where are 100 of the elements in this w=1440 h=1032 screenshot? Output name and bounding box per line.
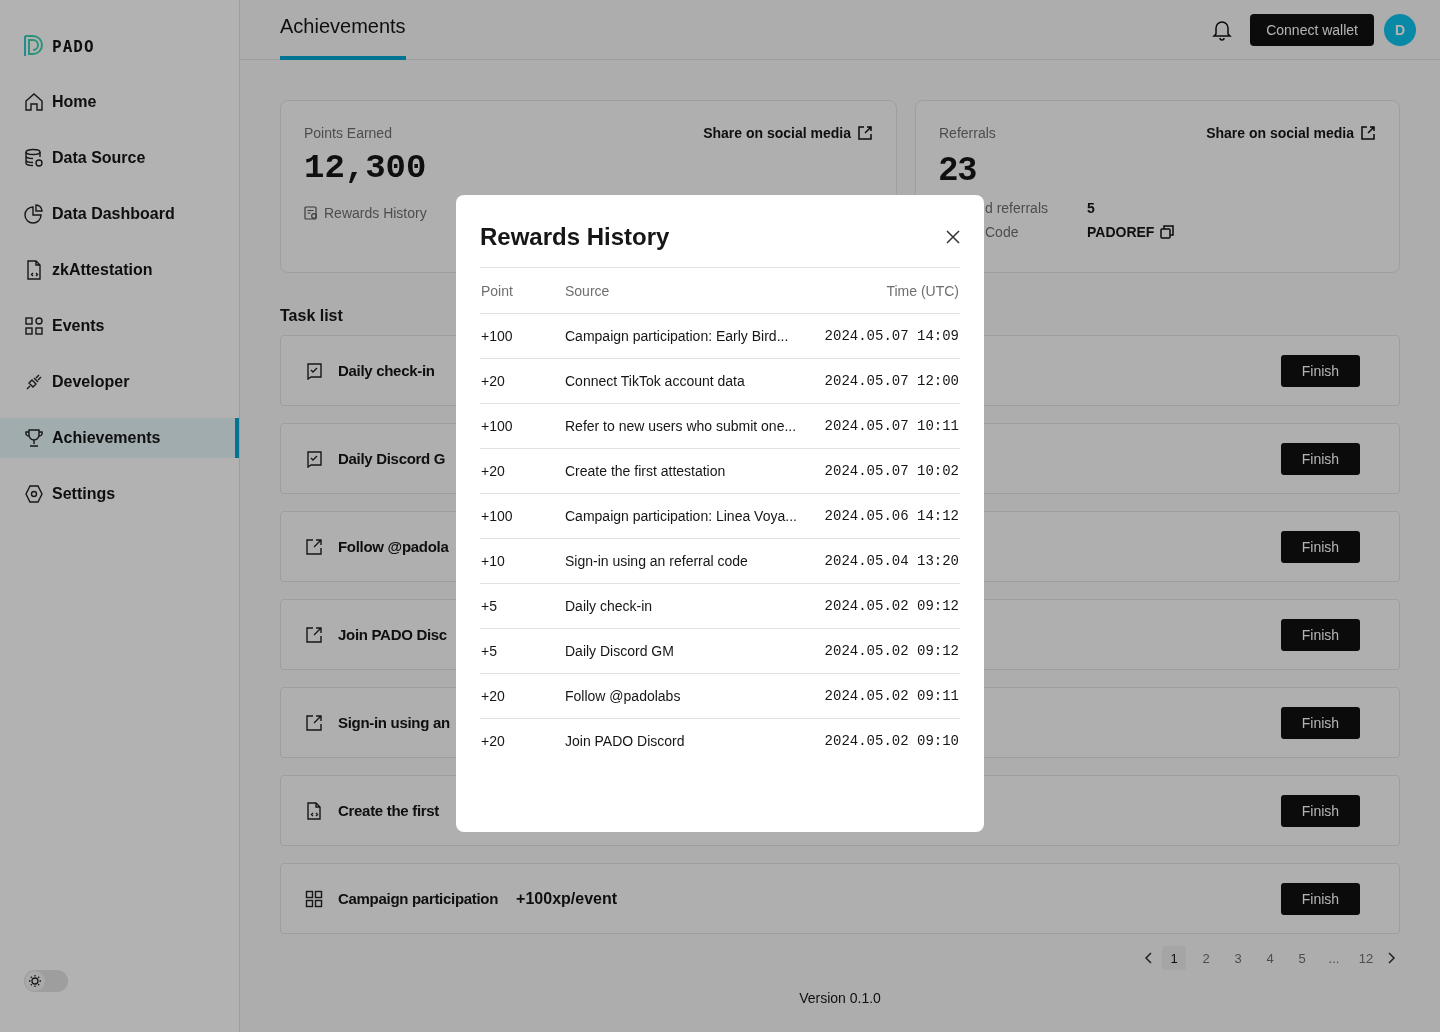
table-cell: 2024.05.07 14:09	[814, 313, 960, 359]
version-text: Version 0.1.0	[798, 990, 882, 1006]
finish-button[interactable]: Finish	[1281, 530, 1360, 563]
dialog-title: Rewards History	[480, 223, 670, 251]
task-reward: +100xp/event	[516, 889, 618, 908]
finish-button[interactable]: Finish	[1281, 882, 1360, 915]
table-cell: 2024.05.07 12:00	[814, 358, 960, 404]
finish-button[interactable]: Finish	[1281, 706, 1360, 739]
share-link[interactable]: Share on social media	[703, 125, 873, 141]
section-title: Task list	[280, 307, 344, 325]
next-page-icon[interactable]	[1386, 952, 1396, 964]
table-cell: 2024.05.02 09:12	[814, 583, 960, 629]
page-tab[interactable]: Achievements	[280, 0, 406, 60]
card-label: Points Earned	[304, 125, 392, 141]
column-header: Point	[480, 268, 564, 314]
task-name: Join PADO Disc	[338, 626, 447, 643]
referral-value: 5	[1087, 200, 1095, 216]
table-cell: +100	[480, 313, 564, 359]
table-cell: Refer to new users who submit one...	[564, 403, 815, 449]
table-cell: +10	[480, 538, 564, 584]
table-cell: +5	[480, 628, 564, 674]
grid-icon	[305, 889, 323, 908]
trophy-icon	[24, 428, 44, 448]
table-cell: +20	[480, 718, 564, 763]
table-cell: +100	[480, 403, 564, 449]
table-cell: 2024.05.02 09:11	[814, 673, 960, 719]
table-cell: Join PADO Discord	[564, 718, 815, 763]
page-link[interactable]: 4	[1258, 946, 1282, 970]
table-cell: 2024.05.07 10:11	[814, 403, 960, 449]
nav-item[interactable]: zkAttestation	[0, 250, 239, 290]
share-link[interactable]: Share on social media	[1206, 125, 1376, 141]
sun-icon	[29, 975, 41, 987]
external-link-icon	[305, 713, 323, 732]
bell-icon[interactable]	[1212, 18, 1233, 41]
finish-button[interactable]: Finish	[1281, 442, 1360, 475]
finish-button[interactable]: Finish	[1281, 354, 1360, 387]
table-cell: +20	[480, 358, 564, 404]
task-name: Daily Discord G	[338, 450, 446, 467]
nav-item[interactable]: Developer	[0, 362, 239, 402]
task-name: Create the first	[338, 802, 440, 819]
page-link[interactable]: 5	[1290, 946, 1314, 970]
home-icon	[24, 92, 44, 112]
file-code-icon	[305, 801, 323, 820]
table-cell: +20	[480, 673, 564, 719]
task-name: Daily check-in	[338, 362, 435, 379]
task-name: Sign-in using an	[338, 714, 450, 731]
page-link[interactable]: 12	[1354, 946, 1378, 970]
task-name: Follow @padola	[338, 538, 449, 555]
table-cell: 2024.05.07 10:02	[814, 448, 960, 494]
nav-item[interactable]: Data Dashboard	[0, 194, 239, 234]
logo-icon	[24, 35, 44, 57]
referral-value: PADOREF	[1087, 224, 1155, 240]
card-label: Referrals	[939, 125, 996, 141]
page-link[interactable]: ...	[1322, 946, 1346, 970]
nav-item[interactable]: Events	[0, 306, 239, 346]
external-link-icon	[305, 625, 323, 644]
copy-icon[interactable]	[1160, 225, 1175, 239]
table-cell: Daily check-in	[564, 583, 815, 629]
nav-item[interactable]: Home	[0, 82, 239, 122]
points-value: 12,300	[304, 149, 428, 187]
rewards-history-link[interactable]: Rewards History	[304, 205, 427, 221]
external-link-icon	[1360, 125, 1376, 141]
table-cell: 2024.05.02 09:12	[814, 628, 960, 674]
table-cell: 2024.05.06 14:12	[814, 493, 960, 539]
table-cell: Connect TikTok account data	[564, 358, 815, 404]
external-link-icon	[857, 125, 873, 141]
grid-icon	[24, 316, 44, 336]
file-code-icon	[24, 260, 44, 280]
table-cell: 2024.05.02 09:10	[814, 718, 960, 763]
finish-button[interactable]: Finish	[1281, 794, 1360, 827]
nav-item[interactable]: Achievements	[0, 418, 239, 458]
table-cell: +20	[480, 448, 564, 494]
column-header: Source	[564, 268, 815, 314]
table-cell: Follow @padolabs	[564, 673, 815, 719]
previous-page-icon[interactable]	[1144, 952, 1154, 964]
nav-item[interactable]: Data Source	[0, 138, 239, 178]
table-cell: Sign-in using an referral code	[564, 538, 815, 584]
table-cell: Campaign participation: Linea Voya...	[564, 493, 815, 539]
logo-text: PADO	[52, 36, 95, 56]
page-link[interactable]: 3	[1226, 946, 1250, 970]
connect-wallet-button[interactable]: Connect wallet	[1250, 13, 1374, 46]
table-cell: Campaign participation: Early Bird...	[564, 313, 815, 359]
list-icon	[304, 206, 318, 220]
chat-check-icon	[305, 449, 323, 468]
page-link[interactable]: 2	[1194, 946, 1218, 970]
close-icon[interactable]	[946, 230, 960, 244]
pie-chart-icon	[24, 204, 44, 224]
plug-icon	[24, 372, 44, 392]
nav-item[interactable]: Settings	[0, 474, 239, 514]
table-cell: Daily Discord GM	[564, 628, 815, 674]
column-header: Time (UTC)	[814, 268, 960, 314]
table-cell: Create the first attestation	[564, 448, 815, 494]
chat-check-icon	[305, 361, 323, 380]
page-link[interactable]: 1	[1162, 946, 1186, 970]
settings-icon	[24, 484, 44, 504]
theme-toggle[interactable]	[24, 970, 68, 992]
external-link-icon	[305, 537, 323, 556]
task-name: Campaign participation	[338, 890, 499, 907]
referral-label: d referrals	[985, 200, 1050, 216]
finish-button[interactable]: Finish	[1281, 618, 1360, 651]
